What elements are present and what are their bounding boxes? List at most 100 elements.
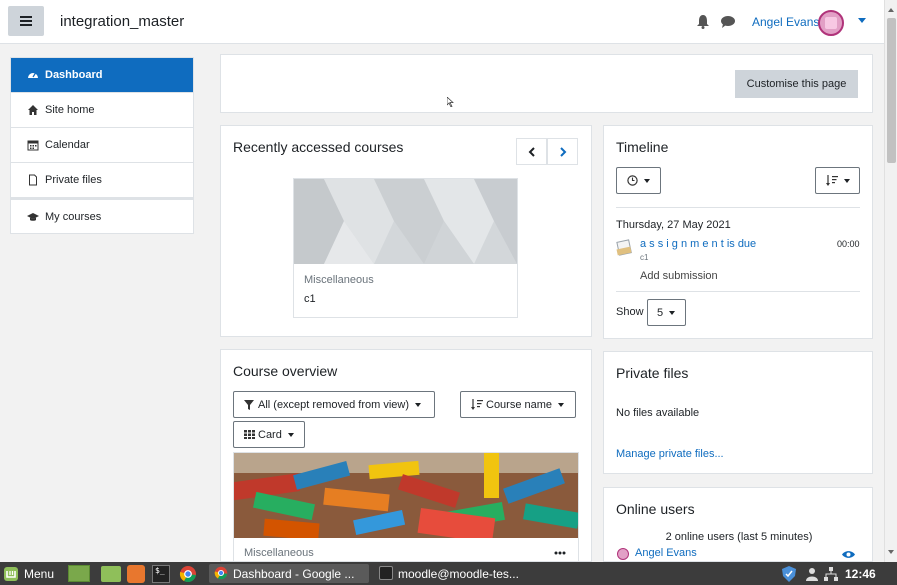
customise-region: Customise this page (220, 54, 873, 113)
next-page-button[interactable] (547, 138, 578, 165)
top-navbar: integration_master Angel Evans (0, 0, 884, 44)
grid-icon (244, 430, 255, 439)
online-users-title: Online users (616, 501, 695, 517)
event-course: c1 (640, 253, 649, 262)
course-card[interactable]: Miscellaneous c1 (293, 178, 518, 318)
timeline-title: Timeline (616, 139, 669, 155)
show-count-dropdown[interactable]: 5 (647, 299, 686, 326)
filter-dropdown[interactable]: All (except removed from view) (233, 391, 435, 418)
calendar-icon (27, 140, 39, 151)
bell-icon[interactable] (697, 15, 709, 29)
taskbar-window-terminal[interactable]: moodle@moodle-tes... (374, 564, 534, 583)
no-files-text: No files available (616, 407, 700, 419)
graduation-cap-icon (27, 212, 39, 221)
eye-icon[interactable] (842, 550, 855, 559)
nav-item-label: Dashboard (45, 69, 103, 81)
event-time: 00:00 (837, 239, 860, 249)
caret-down-icon (558, 402, 565, 407)
caret-down-icon (644, 178, 650, 183)
nav-item-my-courses[interactable]: My courses (11, 198, 193, 233)
course-image-pattern (294, 179, 517, 264)
event-name-link[interactable]: a s s i g n m e n t is due (640, 238, 756, 250)
caret-down-icon (415, 402, 421, 407)
view-dropdown[interactable]: Card (233, 421, 305, 448)
avatar[interactable] (818, 10, 844, 36)
private-files-title: Private files (616, 365, 689, 381)
network-icon[interactable] (824, 567, 838, 581)
terminal-icon[interactable]: $_ (152, 565, 170, 583)
chat-icon[interactable] (721, 16, 735, 28)
nav-item-site-home[interactable]: Site home (11, 93, 193, 128)
nav-item-label: Private files (45, 174, 102, 186)
taskbar-window-title: moodle@moodle-tes... (398, 566, 519, 581)
start-menu-button[interactable]: Menu (3, 562, 54, 585)
overview-course-card[interactable]: Miscellaneous (233, 452, 579, 563)
chevron-left-icon (528, 146, 535, 157)
nav-item-private-files[interactable]: Private files (11, 163, 193, 198)
recent-courses-title: Recently accessed courses (233, 139, 404, 155)
nav-item-label: My courses (45, 210, 102, 223)
start-menu-label: Menu (24, 566, 55, 581)
dashboard-icon (28, 72, 38, 78)
nav-drawer: Dashboard Site home Calendar Private fil… (0, 44, 210, 562)
cursor-icon (447, 97, 454, 107)
recent-courses-block: Recently accessed courses Miscellaneous … (220, 125, 592, 337)
chrome-icon[interactable] (179, 565, 197, 583)
timeline-block: Timeline Thursday, 27 May 2021 a s s i g… (603, 125, 873, 339)
manage-private-files-link[interactable]: Manage private files... (616, 448, 724, 460)
user-menu-caret-icon[interactable] (858, 18, 866, 23)
private-files-block: Private files No files available Manage … (603, 351, 873, 474)
nav-item-dashboard[interactable]: Dashboard (11, 58, 193, 93)
scroll-up-arrow-icon[interactable] (888, 8, 894, 12)
timeline-divider (616, 291, 860, 292)
add-submission-link[interactable]: Add submission (640, 270, 718, 282)
hamburger-menu-button[interactable] (8, 6, 44, 36)
online-users-summary: 2 online users (last 5 minutes) (665, 531, 813, 543)
taskbar-window-title: Dashboard - Google ... (233, 566, 355, 581)
system-clock[interactable]: 12:46 (845, 562, 876, 585)
os-taskbar: Menu $_ Dashboard - Google ... moodle@mo… (0, 562, 897, 585)
sort-icon (471, 399, 483, 410)
assignment-icon (616, 239, 632, 256)
show-label: Show (616, 306, 644, 318)
customise-page-button[interactable]: Customise this page (735, 70, 858, 98)
timeline-sort-dropdown[interactable] (815, 167, 860, 194)
users-icon[interactable] (805, 567, 819, 581)
firefox-icon[interactable] (127, 565, 145, 583)
file-manager-icon[interactable] (101, 566, 121, 582)
timeline-filter-dropdown[interactable] (616, 167, 661, 194)
scroll-thumb[interactable] (887, 18, 896, 163)
clock-icon (627, 175, 638, 186)
course-overview-block: Course overview All (except removed from… (220, 349, 592, 563)
nav-list: Dashboard Site home Calendar Private fil… (10, 57, 194, 234)
user-menu-name[interactable]: Angel Evans (752, 15, 819, 29)
more-options-icon[interactable] (554, 551, 566, 555)
shield-icon[interactable] (782, 566, 796, 582)
nav-item-label: Calendar (45, 139, 90, 151)
nav-item-calendar[interactable]: Calendar (11, 128, 193, 163)
show-desktop-icon[interactable] (68, 565, 90, 582)
online-user-avatar (617, 548, 629, 560)
online-users-block: Online users 2 online users (last 5 minu… (603, 487, 873, 562)
online-user-link[interactable]: Angel Evans (635, 547, 697, 559)
show-count-value: 5 (657, 306, 664, 319)
scroll-down-arrow-icon[interactable] (888, 550, 894, 554)
home-icon (28, 105, 38, 115)
view-label: Card (258, 428, 282, 441)
caret-down-icon (287, 432, 294, 437)
sort-dropdown[interactable]: Course name (460, 391, 576, 418)
taskbar-window-chrome[interactable]: Dashboard - Google ... (209, 564, 369, 583)
hamburger-icon (20, 16, 32, 26)
timeline-divider (616, 207, 860, 208)
chevron-right-icon (559, 146, 566, 157)
caret-down-icon (844, 178, 850, 183)
sort-icon (826, 175, 838, 186)
page-scrollbar[interactable] (884, 0, 897, 562)
prev-page-button[interactable] (516, 138, 547, 165)
sort-label: Course name (486, 398, 553, 411)
site-name-link[interactable]: integration_master (60, 13, 184, 30)
mint-logo-icon (4, 566, 18, 581)
timeline-date: Thursday, 27 May 2021 (616, 219, 731, 231)
nav-item-label: Site home (45, 104, 95, 116)
course-name-link[interactable]: c1 (304, 293, 316, 305)
